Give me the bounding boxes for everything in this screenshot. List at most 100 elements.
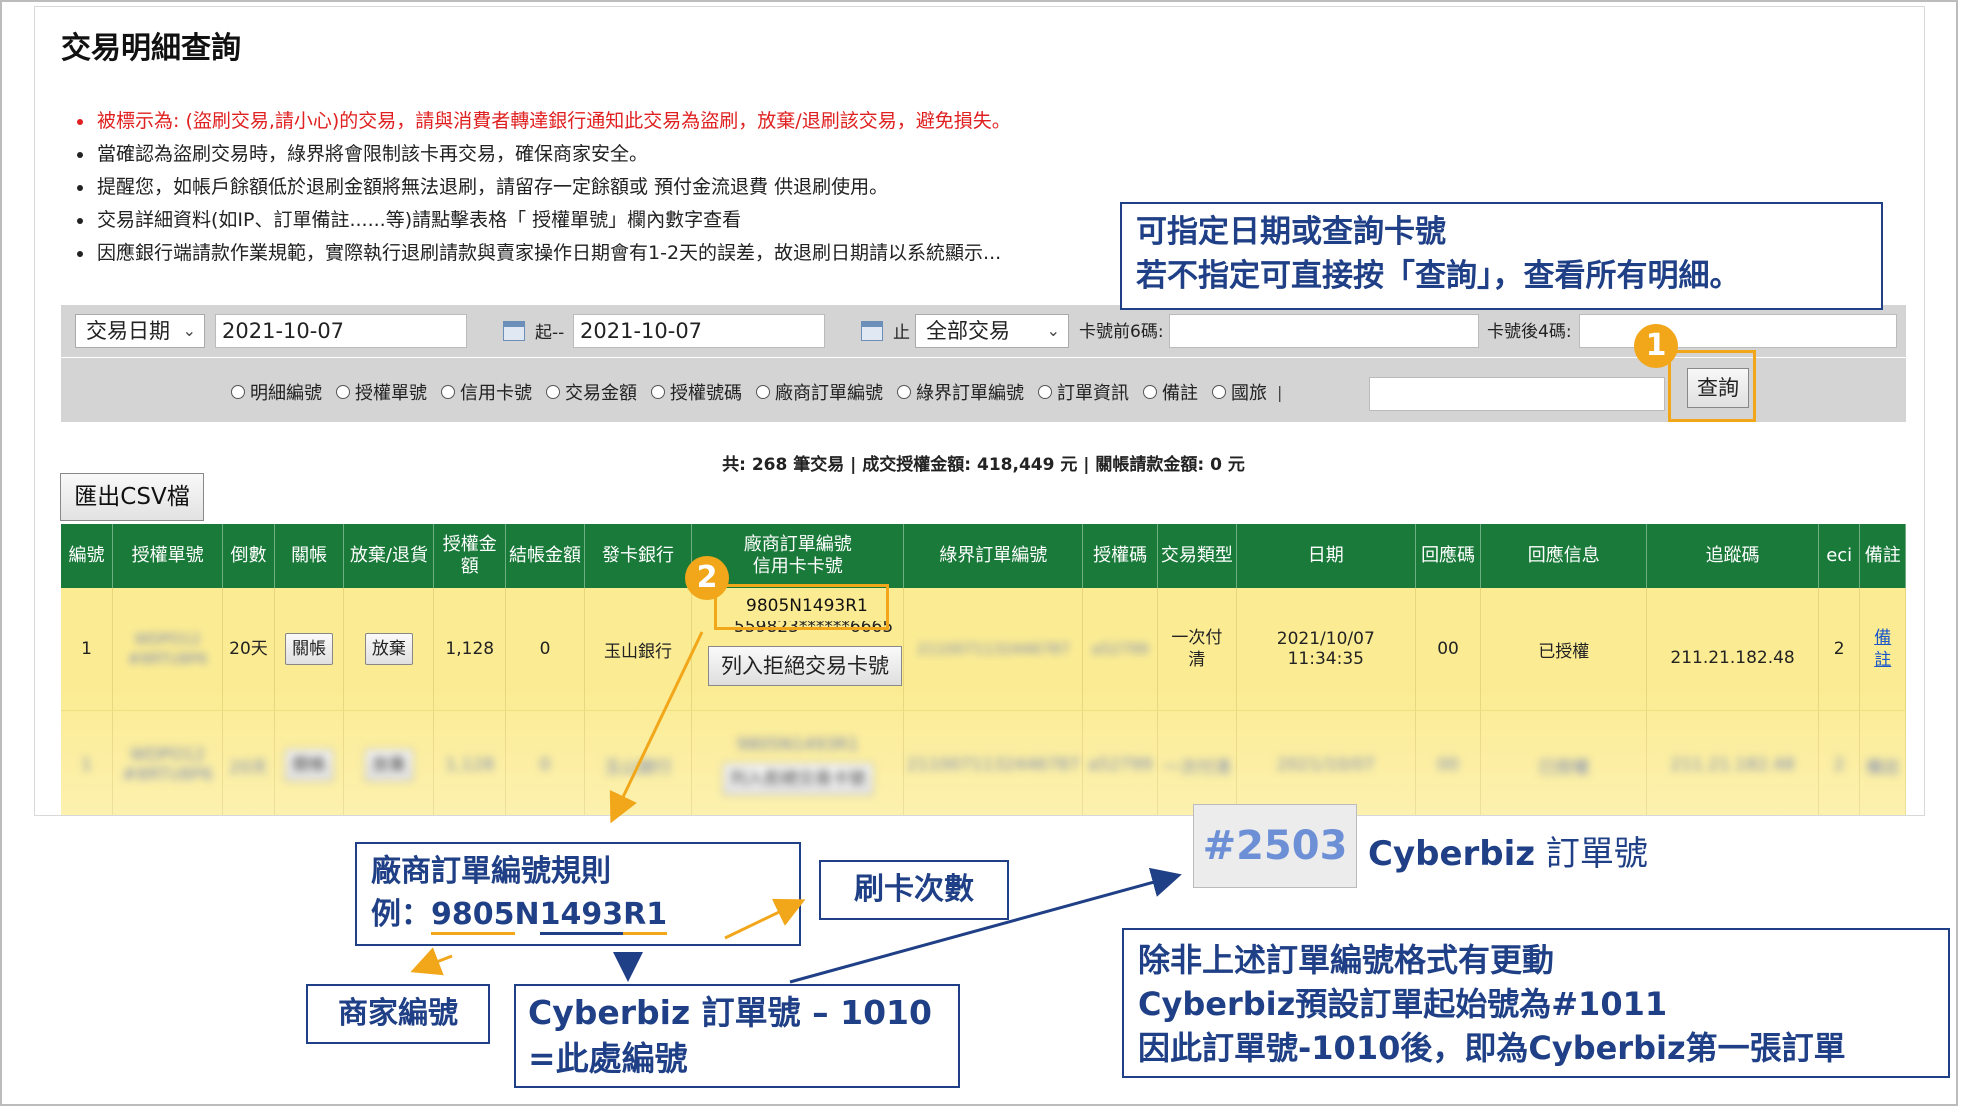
rule-order-segment: 1493 (539, 897, 624, 935)
rule-swipe-segment: R1 (623, 897, 668, 935)
step-badge-1: 1 (1634, 324, 1678, 368)
end-date-input[interactable]: 2021-10-07 (573, 314, 825, 348)
radio-label: 綠界訂單編號 (916, 383, 1024, 404)
blurred-cell: 一次付清 (1157, 710, 1237, 815)
redacted-text: a52799 (1091, 640, 1149, 658)
export-csv-button[interactable]: 匯出CSV檔 (60, 473, 204, 521)
trade-type-select[interactable]: 全部交易 ⌄ (915, 314, 1069, 348)
trade-type: 一次付清 (1157, 588, 1237, 711)
eci-value: 2 (1818, 588, 1861, 711)
radio-label: 授權號碼 (670, 383, 742, 404)
sample-order-label: Cyberbiz 訂單號 (1368, 826, 1648, 875)
time-text: 11:34:35 (1287, 649, 1364, 669)
query-highlight-box (1668, 350, 1756, 422)
col-header: 編號 (61, 524, 114, 588)
notice-item: 交易詳細資料(如IP、訂單備註......等)請點擊表格「 授權單號」欄內數字查… (77, 204, 1011, 237)
col-header: 放棄/退貨 (343, 524, 435, 588)
calendar-icon[interactable] (503, 321, 525, 341)
start-label: 起-- (535, 323, 565, 343)
col-header: 倒數 (222, 524, 275, 588)
callout-text: 廠商訂單編號規則 (371, 854, 611, 889)
radio-card-no[interactable]: 信用卡號 (441, 379, 532, 405)
radio-domestic-travel[interactable]: 國旅 (1212, 379, 1267, 405)
radio-circle-icon (897, 385, 911, 399)
auth-amount: 1,128 (433, 588, 507, 711)
content-panel: 交易明細查詢 被標示為: (盜刷交易,請小心)的交易，請與消費者轉達銀行通知此交… (34, 6, 1925, 816)
card-first6-label: 卡號前6碼: (1079, 322, 1164, 342)
radio-circle-icon (1143, 385, 1157, 399)
date-text: 2021/10/07 (1276, 629, 1375, 649)
chevron-down-icon: ⌄ (182, 321, 196, 340)
trade-type-value: 全部交易 (926, 319, 1010, 343)
blurred-cell: 2021/10/07 (1236, 710, 1416, 815)
blurred-cell: 00 (1415, 710, 1482, 815)
blurred-cell: 放棄 (343, 710, 435, 815)
blurred-cell: a52799 (1082, 710, 1158, 815)
callout-text: Cyberbiz 訂單號 – 1010 (528, 993, 932, 1032)
blurred-cell: 9805N1493R1 列入拒絕交易卡號 (691, 710, 905, 815)
blurred-text: 0 (539, 755, 551, 775)
col-header: eci (1818, 524, 1861, 588)
transactions-table: 編號 授權單號 倒數 關帳 放棄/退貨 授權金額 結帳金額 發卡銀行 廠商訂單編… (61, 524, 1906, 815)
sample-label-text: 訂單號 (1545, 834, 1648, 874)
blurred-text: 2021/10/07 (1276, 755, 1375, 775)
radio-auth-no[interactable]: 授權單號 (336, 379, 427, 405)
col-header: 授權碼 (1082, 524, 1158, 588)
cancel-cell: 放棄 (343, 588, 435, 711)
radio-label: 國旅 (1231, 383, 1267, 404)
date-type-select[interactable]: 交易日期 ⌄ (75, 314, 205, 348)
blurred-text: 備註 (1865, 757, 1900, 778)
cancel-refund-button[interactable]: 放棄 (364, 633, 413, 665)
callout-text: 可指定日期或查詢卡號 (1136, 214, 1446, 250)
col-header: 回應信息 (1480, 524, 1648, 588)
notice-item: 當確認為盜刷交易時，綠界將會限制該卡再交易，確保商家安全。 (77, 138, 1011, 171)
radio-auth-code[interactable]: 授權號碼 (651, 379, 742, 405)
blurred-button: 列入拒絕交易卡號 (722, 763, 873, 795)
callout-cyberbiz-formula: Cyberbiz 訂單號 – 1010 =此處編號 (514, 984, 960, 1088)
transaction-summary: 共: 268 筆交易 | 成交授權金額: 418,449 元 | 關帳請款金額:… (722, 455, 1245, 475)
chevron-down-icon: ⌄ (1046, 321, 1060, 340)
radio-label: 授權單號 (355, 383, 427, 404)
remark-link[interactable]: 備註 (1872, 627, 1894, 671)
remark-cell: 備註 (1859, 588, 1906, 711)
radio-order-info[interactable]: 訂單資訊 (1038, 379, 1129, 405)
table-header-row: 編號 授權單號 倒數 關帳 放棄/退貨 授權金額 結帳金額 發卡銀行 廠商訂單編… (61, 524, 1906, 588)
calendar-icon[interactable] (861, 321, 883, 341)
notice-item: 因應銀行端請款作業規範，實際執行退刷請款與賣家操作日期會有1-2天的誤差，故退刷… (77, 237, 1011, 270)
radio-ecpay-order[interactable]: 綠界訂單編號 (897, 379, 1024, 405)
blurred-cell: 2 (1818, 710, 1861, 815)
blurred-cell: 211.21.182.48 (1646, 710, 1819, 815)
card-first6-input[interactable] (1169, 314, 1479, 348)
col-header: 追蹤碼 (1646, 524, 1819, 588)
radio-remark[interactable]: 備註 (1143, 379, 1198, 405)
card-last4-label: 卡號後4碼: (1487, 322, 1572, 342)
auth-no-link[interactable]: WDPO12 #8RTU8P6 (112, 588, 224, 711)
callout-text: Cyberbiz預設訂單起始號為#1011 (1138, 985, 1668, 1023)
callout-text: 除非上述訂單編號格式有更動 (1138, 941, 1555, 979)
blurred-text: 20天 (229, 757, 268, 778)
blurred-button: 放棄 (364, 749, 413, 781)
col-header: 結帳金額 (505, 524, 585, 588)
table-row: 1 WDPO12 #8RTU8P6 20天 關帳 放棄 1,128 0 玉山銀行… (61, 588, 1906, 711)
radio-circle-icon (336, 385, 350, 399)
reject-card-button[interactable]: 列入拒絕交易卡號 (708, 646, 902, 686)
start-date-input[interactable]: 2021-10-07 (215, 314, 467, 348)
search-keyword-input[interactable] (1369, 377, 1665, 411)
end-label: 止 (893, 323, 910, 343)
radio-amount[interactable]: 交易金額 (546, 379, 637, 405)
close-account-button[interactable]: 關帳 (285, 633, 334, 665)
callout-date-hint: 可指定日期或查詢卡號 若不指定可直接按「查詢」，查看所有明細。 (1120, 202, 1883, 310)
callout-text: 因此訂單號-1010後，即為Cyberbiz第一張訂單 (1138, 1029, 1846, 1067)
blurred-text: 一次付清 (1162, 757, 1231, 778)
blurred-text: 1 (81, 755, 92, 775)
radio-merchant-order[interactable]: 廠商訂單編號 (756, 379, 883, 405)
response-message: 已授權 (1480, 588, 1648, 711)
blurred-text: a52799 (1087, 755, 1153, 775)
blurred-cell: 備註 (1859, 710, 1906, 815)
radio-detail-no[interactable]: 明細編號 (231, 379, 322, 405)
col-header: 關帳 (274, 524, 345, 588)
search-field-radios: 明細編號 授權單號 信用卡號 交易金額 授權號碼 廠商訂單編號 綠界訂單編號 訂… (231, 379, 1282, 405)
card-last4-input[interactable] (1579, 314, 1897, 348)
radio-circle-icon (1038, 385, 1052, 399)
blurred-cell: 關帳 (274, 710, 345, 815)
